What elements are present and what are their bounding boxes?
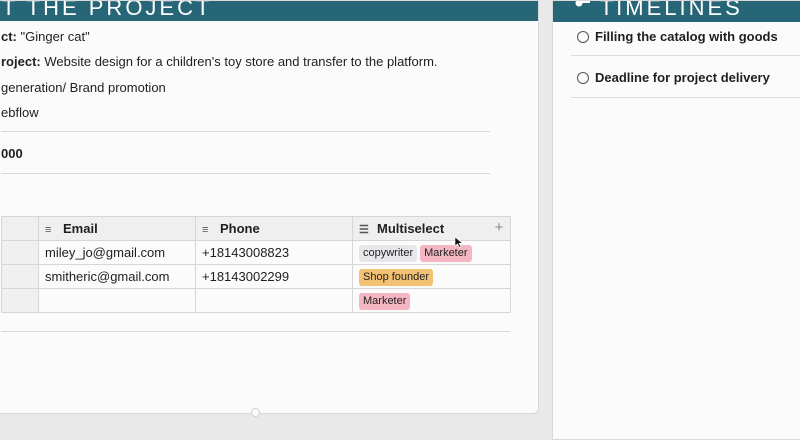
resize-handle[interactable]	[251, 408, 260, 417]
phone-cell[interactable]	[195, 288, 353, 313]
project-label: roject:	[1, 54, 41, 69]
table-cell[interactable]	[1, 264, 39, 289]
timeline-divider	[571, 55, 800, 56]
column-header-phone[interactable]: ≡ Phone	[195, 216, 353, 241]
email-cell[interactable]	[38, 288, 196, 313]
list-icon: ☰	[359, 224, 369, 237]
text-lines-icon: ≡	[202, 223, 209, 236]
add-column-button[interactable]: +	[490, 220, 508, 236]
tag-copywriter[interactable]: copywriter	[359, 244, 418, 262]
platform-line: ebflow	[1, 105, 39, 120]
timeline-item[interactable]: Filling the catalog with goods	[577, 29, 778, 44]
goals-line: generation/ Brand promotion	[1, 80, 166, 95]
column-header-multiselect[interactable]: ☰ Multiselect +	[352, 216, 511, 241]
multiselect-cell[interactable]: copywriter Marketer	[352, 240, 511, 265]
radio-circle-icon[interactable]	[577, 31, 589, 43]
project-line: roject: Website design for a children's …	[1, 54, 438, 69]
multiselect-cell[interactable]: Shop founder	[352, 264, 511, 289]
timelines-header: TIMELINES	[553, 1, 800, 22]
timelines-panel: TIMELINES Filling the catalog with goods…	[552, 0, 800, 440]
table-cell[interactable]	[1, 240, 39, 265]
tag-shop-founder[interactable]: Shop founder	[359, 268, 434, 286]
timeline-item[interactable]: Deadline for project delivery	[577, 70, 770, 85]
pointer-cursor-icon	[454, 236, 464, 248]
client-label: ct:	[1, 29, 17, 44]
table-row: Marketer	[1, 288, 511, 313]
email-cell[interactable]: miley_jo@gmail.com	[38, 240, 196, 265]
section-divider	[1, 131, 490, 132]
phone-cell[interactable]: +18143008823	[195, 240, 353, 265]
timeline-icon	[575, 1, 590, 7]
contacts-table: ≡ Email ≡ Phone ☰ Multiselect + miley_jo@gm…	[1, 216, 511, 313]
radio-circle-icon[interactable]	[577, 72, 589, 84]
column-header-name[interactable]	[1, 216, 39, 241]
about-project-header: UT THE PROJECT	[0, 1, 538, 21]
table-row: miley_jo@gmail.com +18143008823 copywrit…	[1, 240, 511, 265]
table-bottom-border	[1, 331, 510, 332]
client-value: "Ginger cat"	[20, 29, 90, 44]
table-header-row: ≡ Email ≡ Phone ☰ Multiselect +	[1, 216, 511, 241]
project-value: Website design for a children's toy stor…	[44, 54, 438, 69]
column-header-email[interactable]: ≡ Email	[38, 216, 196, 241]
timelines-title: TIMELINES	[599, 1, 743, 20]
email-cell[interactable]: smitheric@gmail.com	[38, 264, 196, 289]
phone-cell[interactable]: +18143002299	[195, 264, 353, 289]
timeline-divider	[571, 97, 800, 98]
table-row: smitheric@gmail.com +18143002299 Shop fo…	[1, 264, 511, 289]
section-divider	[1, 173, 490, 174]
multiselect-cell[interactable]: Marketer	[352, 288, 511, 313]
client-line: ct: "Ginger cat"	[1, 29, 90, 44]
table-cell[interactable]	[1, 288, 39, 313]
tag-marketer[interactable]: Marketer	[359, 292, 411, 310]
about-project-panel: UT THE PROJECT ct: "Ginger cat" roject: …	[0, 0, 539, 414]
about-project-title: UT THE PROJECT	[0, 1, 213, 20]
budget-value: 000	[1, 146, 23, 161]
text-lines-icon: ≡	[45, 223, 52, 236]
